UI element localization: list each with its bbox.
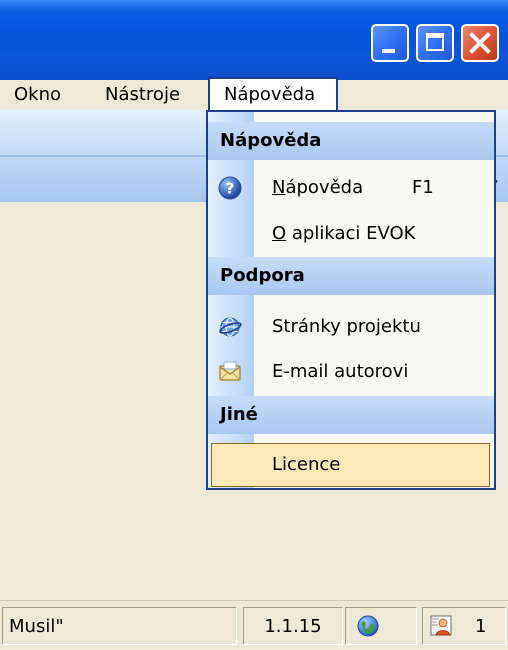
maximize-icon [426, 33, 444, 51]
menu-item-label: Stránky projektu [272, 316, 421, 337]
svg-text:?: ? [226, 180, 235, 198]
title-bar [0, 0, 508, 80]
status-bar: Musil" 1.1.15 1 [0, 600, 508, 650]
menu-nastroje[interactable]: Nástroje [105, 80, 180, 110]
minimize-button[interactable] [371, 24, 409, 62]
section-header-napoveda: Nápověda [208, 122, 494, 160]
menu-napoveda[interactable]: Nápověda [208, 77, 338, 110]
web-globe-icon [219, 317, 242, 337]
minimize-icon [382, 49, 395, 53]
section-header-jine: Jiné [208, 396, 494, 434]
maximize-button[interactable] [416, 24, 454, 62]
menu-item-napoveda[interactable]: ? Nápověda F1 [208, 165, 494, 211]
close-icon [469, 32, 491, 54]
status-panel-version: 1.1.15 [243, 607, 343, 645]
menu-item-email-autorovi[interactable]: E-mail autorovi [208, 349, 494, 395]
version-label: 1.1.15 [264, 616, 322, 637]
menu-item-o-aplikaci[interactable]: O aplikaci EVOK [208, 211, 494, 257]
menu-item-label: E-mail autorovi [272, 361, 409, 382]
globe-icon [357, 615, 379, 637]
menu-item-label: Licence [272, 454, 341, 475]
menu-item-label: O aplikaci EVOK [272, 223, 416, 244]
menu-item-licence[interactable]: Licence [211, 443, 490, 487]
help-dropdown-menu: Nápověda ? Nápověda F1 O aplikaci EVOK P… [206, 110, 496, 490]
menu-okno[interactable]: Okno [14, 80, 61, 110]
status-panel-text: Musil" [2, 607, 237, 645]
user-count: 1 [475, 616, 487, 637]
menu-item-stranky-projektu[interactable]: Stránky projektu [208, 304, 494, 350]
envelope-icon [219, 361, 241, 381]
close-button[interactable] [461, 24, 499, 62]
users-icon [430, 615, 452, 636]
shortcut-label: F1 [412, 177, 434, 198]
section-header-podpora: Podpora [208, 257, 494, 295]
help-icon: ? [218, 176, 242, 200]
menu-item-label: Nápověda [272, 177, 364, 198]
status-panel-users: 1 [422, 607, 506, 645]
status-panel-globe [345, 607, 417, 645]
status-text: Musil" [9, 616, 64, 637]
